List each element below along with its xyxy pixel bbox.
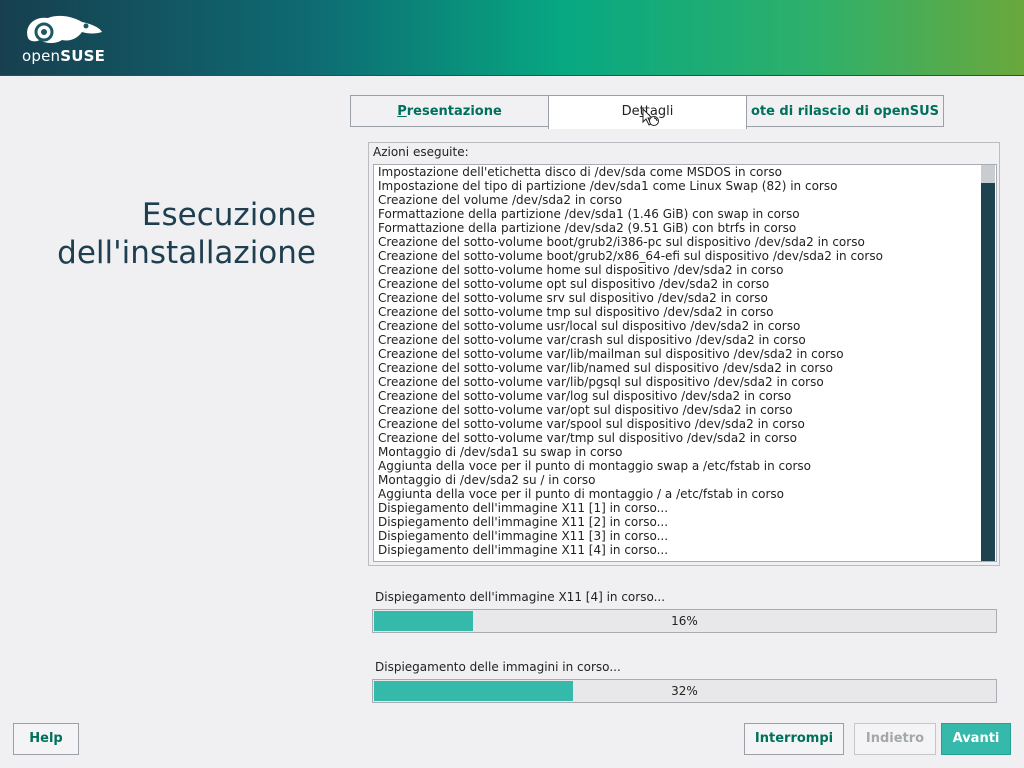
header-banner: openSUSE xyxy=(0,0,1024,76)
opensuse-chameleon-icon xyxy=(27,15,102,43)
log-line: Creazione del sotto-volume var/crash sul… xyxy=(378,333,806,347)
log-line: Creazione del sotto-volume usr/local sul… xyxy=(378,319,801,333)
abort-button[interactable]: Interrompi xyxy=(744,723,844,755)
log-line: Aggiunta della voce per il punto di mont… xyxy=(378,459,812,473)
step-progress-label: Dispiegamento dell'immagine X11 [4] in c… xyxy=(375,590,666,604)
log-lines: Impostazione dell'etichetta disco di /de… xyxy=(378,165,978,557)
back-button[interactable]: Indietro xyxy=(854,723,936,755)
log-line: Creazione del sotto-volume boot/grub2/i3… xyxy=(378,235,865,249)
log-line: Montaggio di /dev/sda2 su / in corso xyxy=(378,473,596,487)
step-progress-bar: 16% xyxy=(372,609,997,633)
tab-label: ote di rilascio di openSUS xyxy=(750,104,940,119)
total-progress-bar: 32% xyxy=(372,679,997,703)
log-line: Formattazione della partizione /dev/sda1… xyxy=(378,207,800,221)
total-progress-percent: 32% xyxy=(671,684,698,698)
help-button[interactable]: Help xyxy=(13,723,79,755)
scrollbar-thumb[interactable] xyxy=(981,165,995,183)
step-progress-percent: 16% xyxy=(671,614,698,628)
log-line: Impostazione del tipo di partizione /dev… xyxy=(378,179,838,193)
log-line: Dispiegamento dell'immagine X11 [2] in c… xyxy=(378,515,669,529)
opensuse-logo: openSUSE xyxy=(22,12,112,68)
log-line: Formattazione della partizione /dev/sda2… xyxy=(378,221,797,235)
log-line: Creazione del sotto-volume var/lib/named… xyxy=(378,361,833,375)
log-line: Creazione del sotto-volume srv sul dispo… xyxy=(378,291,768,305)
total-progress-label: Dispiegamento delle immagini in corso... xyxy=(375,660,621,674)
log-line: Creazione del sotto-volume var/tmp sul d… xyxy=(378,431,797,445)
log-line: Creazione del sotto-volume var/lib/mailm… xyxy=(378,347,844,361)
log-line: Creazione del sotto-volume tmp sul dispo… xyxy=(378,305,774,319)
log-line: Dispiegamento dell'immagine X11 [4] in c… xyxy=(378,543,669,557)
actions-label: Azioni eseguite: xyxy=(373,145,469,159)
log-line: Creazione del sotto-volume opt sul dispo… xyxy=(378,277,770,291)
log-line: Montaggio di /dev/sda1 su swap in corso xyxy=(378,445,623,459)
tab-note-di-rilascio[interactable]: ote di rilascio di openSUS xyxy=(746,95,944,127)
log-line: Creazione del sotto-volume var/opt sul d… xyxy=(378,403,793,417)
logo-wordmark: openSUSE xyxy=(22,47,106,65)
page-title: Esecuzione dell'installazione xyxy=(57,197,316,271)
log-scrollbar[interactable] xyxy=(981,165,995,561)
log-line: Creazione del sotto-volume home sul disp… xyxy=(378,263,784,277)
next-button[interactable]: Avanti xyxy=(941,723,1011,755)
log-line: Dispiegamento dell'immagine X11 [1] in c… xyxy=(378,501,669,515)
log-line: Aggiunta della voce per il punto di mont… xyxy=(378,487,785,501)
log-line: Creazione del volume /dev/sda2 in corso xyxy=(378,193,623,207)
tab-presentazione[interactable]: Presentazione xyxy=(350,95,549,127)
log-line: Impostazione dell'etichetta disco di /de… xyxy=(378,165,782,179)
log-line: Creazione del sotto-volume var/spool sul… xyxy=(378,417,805,431)
tab-label: Presentazione xyxy=(397,104,502,119)
log-line: Creazione del sotto-volume var/lib/pgsql… xyxy=(378,375,824,389)
busy-cursor-icon xyxy=(642,108,659,126)
log-line: Creazione del sotto-volume boot/grub2/x8… xyxy=(378,249,883,263)
log-line: Dispiegamento dell'immagine X11 [3] in c… xyxy=(378,529,669,543)
actions-log[interactable]: Impostazione dell'etichetta disco di /de… xyxy=(373,164,997,562)
log-line: Creazione del sotto-volume var/log sul d… xyxy=(378,389,792,403)
